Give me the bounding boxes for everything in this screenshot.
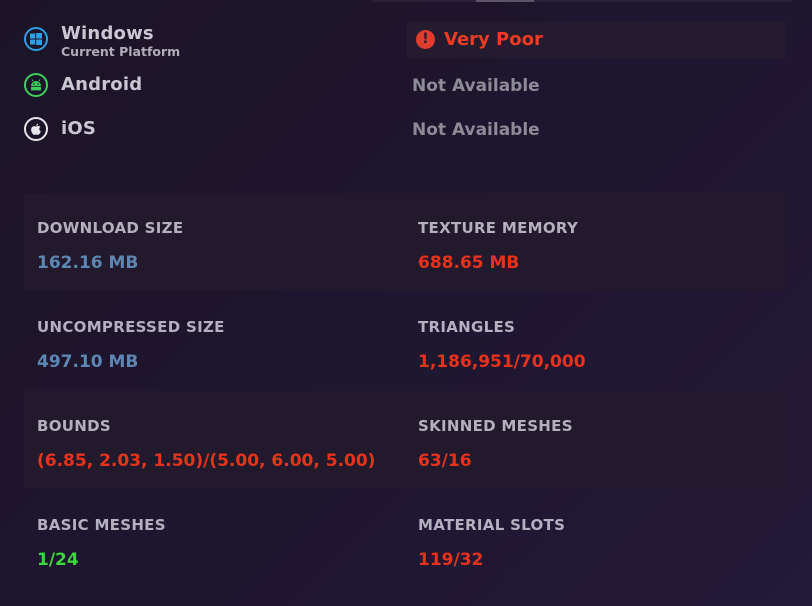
- platform-name-windows: Windows: [61, 23, 154, 44]
- stat-value: 63/16: [418, 451, 472, 471]
- stat-skinned-meshes: SKINNED MESHES 63/16: [405, 391, 786, 488]
- stats-row-3: BOUNDS (6.85, 2.03, 1.50)/(5.00, 6.00, 5…: [24, 391, 786, 488]
- alert-icon: !: [416, 30, 435, 49]
- stat-value: (6.85, 2.03, 1.50)/(5.00, 6.00, 5.00): [37, 451, 376, 471]
- stat-value: 1/24: [37, 550, 79, 570]
- stats-row-1: DOWNLOAD SIZE 162.16 MB TEXTURE MEMORY 6…: [24, 193, 786, 290]
- stat-material-slots: MATERIAL SLOTS 119/32: [405, 490, 786, 587]
- stat-uncompressed-size: UNCOMPRESSED SIZE 497.10 MB: [24, 292, 405, 389]
- stat-triangles: TRIANGLES 1,186,951/70,000: [405, 292, 786, 389]
- stat-label: UNCOMPRESSED SIZE: [37, 318, 225, 336]
- stat-value: 1,186,951/70,000: [418, 352, 586, 372]
- stat-texture-memory: TEXTURE MEMORY 688.65 MB: [405, 193, 786, 290]
- platform-row-ios: iOS Not Available: [24, 116, 786, 152]
- stat-download-size: DOWNLOAD SIZE 162.16 MB: [24, 193, 405, 290]
- stat-value: 497.10 MB: [37, 352, 139, 372]
- stats-row-2: UNCOMPRESSED SIZE 497.10 MB TRIANGLES 1,…: [24, 292, 786, 389]
- current-platform-label: Current Platform: [61, 44, 181, 59]
- platform-row-windows: Windows Current Platform ! Very Poor: [24, 22, 786, 59]
- stat-label: BASIC MESHES: [37, 516, 166, 534]
- performance-rating-box: ! Very Poor: [407, 22, 785, 58]
- platform-status-android: Not Available: [412, 76, 540, 96]
- stat-label: SKINNED MESHES: [418, 417, 573, 435]
- android-icon: [24, 73, 48, 97]
- top-divider-mark: [476, 0, 534, 2]
- performance-rating: Very Poor: [444, 29, 543, 50]
- stats-row-4: BASIC MESHES 1/24 MATERIAL SLOTS 119/32: [24, 490, 786, 587]
- platform-name-ios: iOS: [61, 118, 97, 139]
- windows-icon: [24, 27, 48, 51]
- stat-label: TRIANGLES: [418, 318, 516, 336]
- stat-value: 119/32: [418, 550, 484, 570]
- stat-label: BOUNDS: [37, 417, 111, 435]
- platform-status-ios: Not Available: [412, 120, 540, 140]
- stat-label: DOWNLOAD SIZE: [37, 219, 184, 237]
- apple-icon: [24, 117, 48, 141]
- stat-basic-meshes: BASIC MESHES 1/24: [24, 490, 405, 587]
- stat-value: 162.16 MB: [37, 253, 139, 273]
- stat-value: 688.65 MB: [418, 253, 520, 273]
- platform-row-android: Android Not Available: [24, 72, 786, 108]
- stat-label: TEXTURE MEMORY: [418, 219, 579, 237]
- stat-bounds: BOUNDS (6.85, 2.03, 1.50)/(5.00, 6.00, 5…: [24, 391, 405, 488]
- top-divider: [372, 0, 792, 2]
- platform-name-android: Android: [61, 74, 143, 95]
- stat-label: MATERIAL SLOTS: [418, 516, 566, 534]
